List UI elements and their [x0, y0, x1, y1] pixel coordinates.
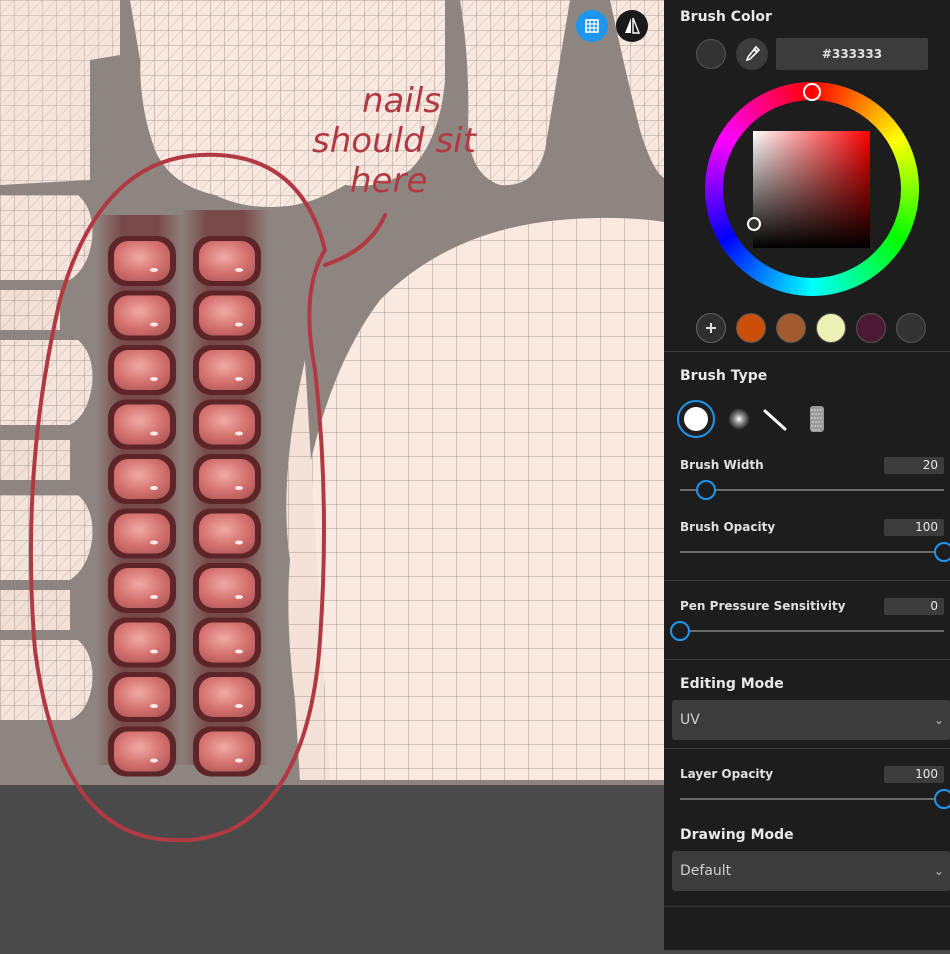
- brush-opacity-slider[interactable]: [934, 542, 950, 562]
- brush-width-value[interactable]: 20: [884, 457, 944, 474]
- brush-type-title: Brush Type: [680, 368, 768, 384]
- eyedropper-icon: [745, 45, 761, 62]
- nail: [199, 295, 255, 336]
- hard-round-brush-button[interactable]: [677, 400, 715, 438]
- saturation-value-square[interactable]: [753, 131, 870, 248]
- nail: [114, 622, 170, 663]
- nail-highlight: [235, 322, 243, 327]
- drawing-mode-title: Drawing Mode: [680, 827, 794, 843]
- soft-round-brush-button[interactable]: [724, 404, 754, 434]
- nail-highlight: [150, 431, 158, 436]
- eyedropper-button[interactable]: [736, 38, 768, 70]
- nail: [199, 241, 255, 281]
- color-swatch[interactable]: [816, 313, 846, 343]
- nail: [114, 568, 170, 608]
- nail-highlight: [150, 486, 158, 490]
- nail: [114, 459, 170, 499]
- uv-texture-view[interactable]: nails should sit here: [0, 0, 664, 950]
- nail: [114, 677, 170, 717]
- line-brush-icon: [763, 409, 787, 431]
- nail-highlight: [150, 704, 158, 708]
- symmetry-toggle-button[interactable]: [616, 10, 648, 42]
- brush-color-title: Brush Color: [680, 9, 772, 25]
- color-swatch[interactable]: [776, 313, 806, 343]
- nail-highlight: [150, 377, 158, 381]
- texture-brush-button[interactable]: [802, 404, 832, 434]
- nail-highlight: [235, 758, 243, 763]
- nail: [199, 513, 255, 554]
- brush-opacity-track[interactable]: [680, 551, 944, 553]
- nail: [199, 459, 255, 499]
- hue-handle[interactable]: [803, 83, 821, 101]
- nail-highlight: [150, 595, 158, 599]
- nail: [199, 731, 255, 772]
- nail: [114, 241, 170, 281]
- nail: [114, 404, 170, 445]
- mirror-icon: [625, 17, 641, 34]
- soft-round-brush-icon: [728, 408, 750, 430]
- nail-highlight: [150, 322, 158, 327]
- nail-highlight: [235, 595, 243, 599]
- brush-opacity-value[interactable]: 100: [884, 519, 944, 536]
- color-swatch[interactable]: [896, 313, 926, 343]
- nail: [199, 622, 255, 663]
- line-brush-button[interactable]: [760, 404, 790, 434]
- paint-canvas[interactable]: nails should sit here: [0, 0, 664, 950]
- hex-color-input[interactable]: #333333: [776, 38, 928, 70]
- grid-icon: [585, 19, 599, 33]
- color-picker-handle[interactable]: [747, 217, 761, 231]
- nail: [114, 513, 170, 554]
- nail-highlight: [235, 268, 243, 272]
- editing-mode-value: UV: [680, 712, 700, 728]
- editing-mode-dropdown[interactable]: UV ⌄: [672, 700, 950, 740]
- nail: [199, 350, 255, 390]
- tool-panel: Brush Color #333333 Brush Type Brush Wid…: [664, 0, 950, 950]
- pen-pressure-track[interactable]: [680, 630, 944, 632]
- nail-highlight: [235, 486, 243, 490]
- nail-highlight: [235, 431, 243, 436]
- layer-opacity-label: Layer Opacity: [680, 767, 774, 781]
- nail-highlight: [235, 649, 243, 654]
- nail: [199, 404, 255, 445]
- brush-width-slider[interactable]: [696, 480, 717, 500]
- nail-highlight: [150, 540, 158, 545]
- nail-highlight: [235, 377, 243, 381]
- drawing-mode-dropdown[interactable]: Default ⌄: [672, 851, 950, 891]
- nail: [114, 731, 170, 772]
- brush-width-track[interactable]: [680, 489, 944, 491]
- nail-highlight: [150, 758, 158, 763]
- layer-opacity-slider[interactable]: [934, 789, 950, 809]
- chevron-down-icon: ⌄: [933, 864, 944, 878]
- add-swatch-button[interactable]: [696, 313, 726, 343]
- pen-pressure-slider[interactable]: [670, 621, 690, 641]
- nail: [114, 295, 170, 336]
- chevron-down-icon: ⌄: [933, 713, 944, 727]
- texture-brush-icon: [810, 406, 824, 432]
- pen-pressure-label: Pen Pressure Sensitivity: [680, 599, 846, 613]
- layer-opacity-value[interactable]: 100: [884, 766, 944, 783]
- brush-width-label: Brush Width: [680, 458, 764, 472]
- grid-toggle-button[interactable]: [576, 10, 608, 42]
- nail: [199, 568, 255, 608]
- hard-round-brush-icon: [684, 407, 708, 431]
- color-swatch[interactable]: [856, 313, 886, 343]
- nail-highlight: [235, 540, 243, 545]
- nail: [114, 350, 170, 390]
- editing-mode-title: Editing Mode: [680, 676, 784, 692]
- plus-icon: [706, 323, 716, 333]
- nail-highlight: [235, 704, 243, 708]
- drawing-mode-value: Default: [680, 863, 732, 879]
- nail-highlight: [150, 268, 158, 272]
- brush-opacity-label: Brush Opacity: [680, 520, 776, 534]
- pen-pressure-value[interactable]: 0: [884, 598, 944, 615]
- nail: [199, 677, 255, 717]
- color-swatch[interactable]: [736, 313, 766, 343]
- nail-highlight: [150, 649, 158, 654]
- layer-opacity-track[interactable]: [680, 798, 944, 800]
- current-color-swatch[interactable]: [696, 39, 726, 69]
